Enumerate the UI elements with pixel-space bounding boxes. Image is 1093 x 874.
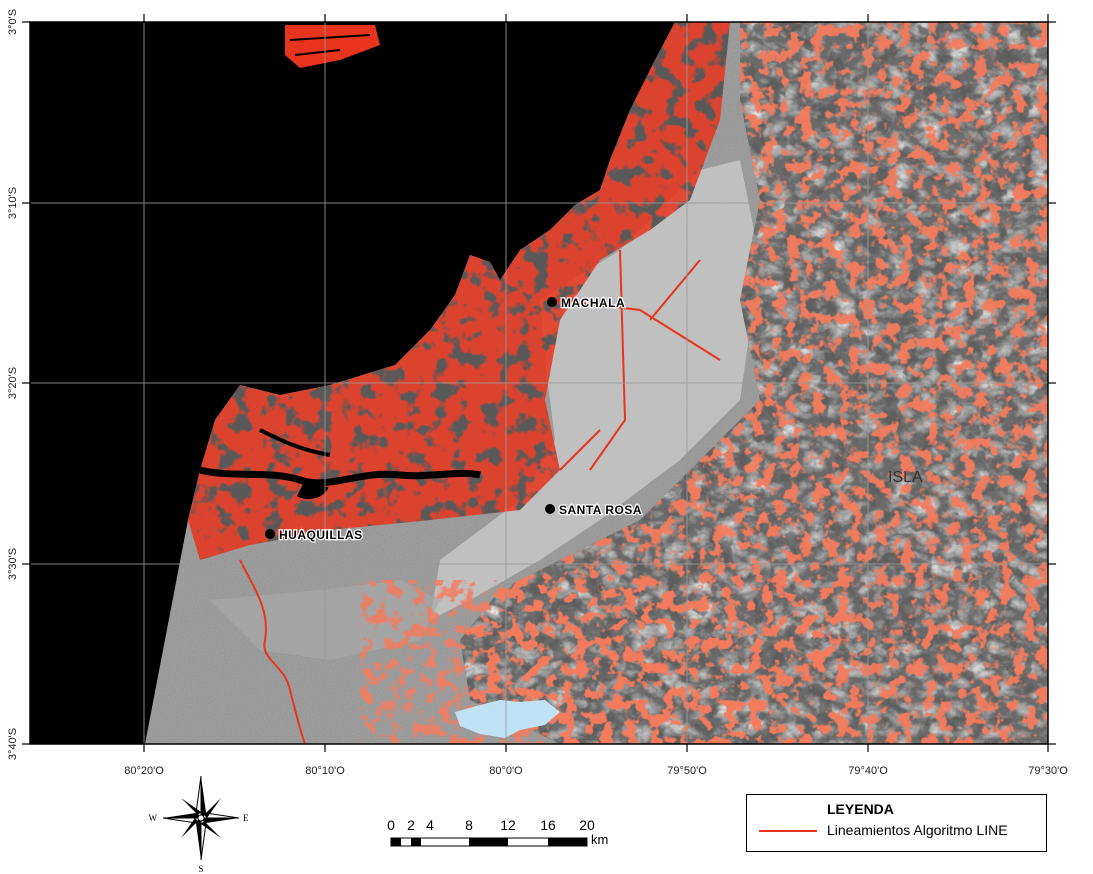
scale-label: 4 <box>426 817 434 833</box>
region-label: ISLA <box>888 469 923 486</box>
scale-bar <box>390 837 588 847</box>
city-marker <box>265 529 275 539</box>
city-santa-rosa[interactable]: SANTA ROSA <box>545 502 643 518</box>
lat-label-4: 3°40'S <box>7 728 19 760</box>
legend-item-label: Lineamientos Algoritmo LINE <box>827 822 1008 838</box>
lon-label-5: 79°30'O <box>1028 765 1068 777</box>
scale-label: 12 <box>500 817 516 833</box>
lat-label-2: 3°20'S <box>7 367 19 399</box>
scale-label: 20 <box>579 817 595 833</box>
lat-label-3: 3°30'S <box>7 548 19 580</box>
compass-w-label: W <box>149 813 158 823</box>
city-label: HUAQUILLAS <box>279 528 363 542</box>
lat-label-0: 3°0'S <box>7 9 19 35</box>
city-marker <box>547 297 557 307</box>
city-marker <box>545 504 555 514</box>
legend: LEYENDA Lineamientos Algoritmo LINE <box>746 794 1047 852</box>
compass-rose-icon: W E S <box>149 775 249 874</box>
compass-e-label: E <box>243 813 249 823</box>
lon-label-1: 80°10'O <box>305 765 345 777</box>
lon-label-2: 80°0'O <box>489 765 523 777</box>
compass-s-label: S <box>198 864 203 874</box>
lon-label-4: 79°40'O <box>848 765 888 777</box>
latitude-labels: 3°0'S 3°10'S 3°20'S 3°30'S 3°40'S <box>7 9 19 760</box>
longitude-labels: 80°20'O 80°10'O 80°0'O 79°50'O 79°40'O 7… <box>124 765 1068 777</box>
map-canvas: 3°0'S 3°10'S 3°20'S 3°30'S 3°40'S 80°20'… <box>7 9 1068 874</box>
city-huaquillas[interactable]: HUAQUILLAS <box>265 527 363 543</box>
scale-label: 0 <box>387 817 395 833</box>
scale-label: 8 <box>465 817 473 833</box>
scale-unit: km <box>591 832 609 847</box>
lat-label-1: 3°10'S <box>7 187 19 219</box>
city-label: MACHALA <box>561 296 625 310</box>
scale-label: 2 <box>407 817 415 833</box>
legend-title: LEYENDA <box>827 801 894 817</box>
lon-label-3: 79°50'O <box>667 765 707 777</box>
lon-label-0: 80°20'O <box>124 765 164 777</box>
city-label: SANTA ROSA <box>559 503 642 517</box>
scale-label: 16 <box>540 817 556 833</box>
legend-line-swatch <box>759 830 817 832</box>
